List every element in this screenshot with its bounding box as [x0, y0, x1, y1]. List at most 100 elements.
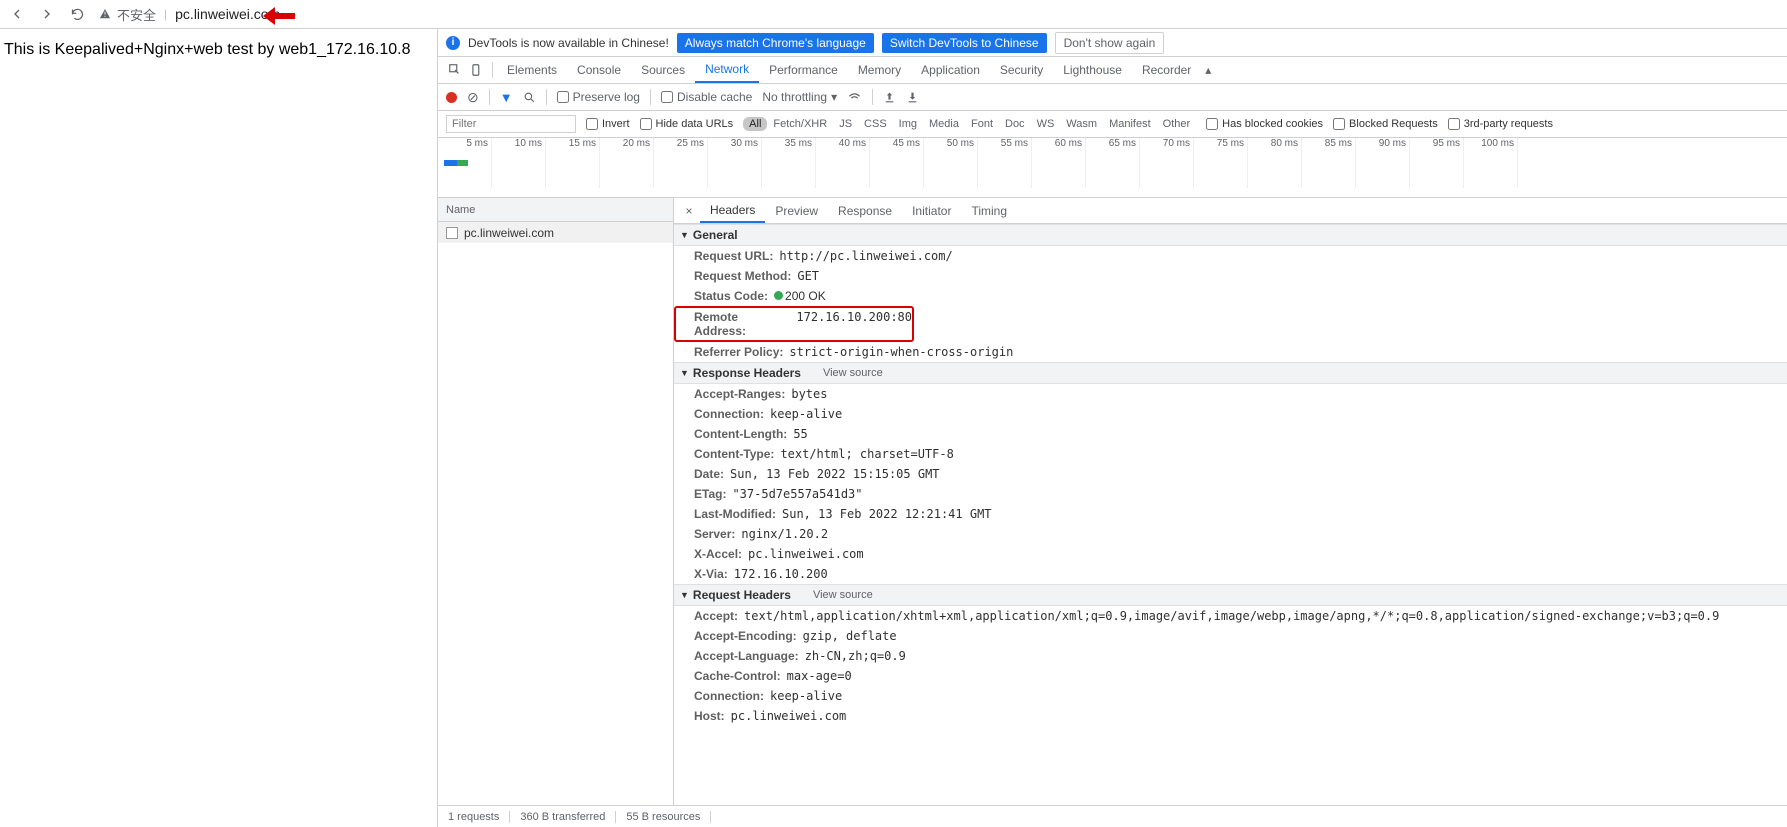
detail-tab-headers[interactable]: Headers	[700, 198, 765, 223]
filter-type-js[interactable]: JS	[833, 117, 858, 131]
divider	[872, 89, 873, 105]
detail-tab-timing[interactable]: Timing	[961, 198, 1017, 223]
preserve-log-checkbox[interactable]: Preserve log	[557, 90, 640, 104]
view-source-link[interactable]: View source	[823, 367, 883, 379]
hide-data-urls-checkbox[interactable]: Hide data URLs	[640, 118, 734, 130]
timeline-tick: 95 ms	[1410, 138, 1464, 188]
forward-button[interactable]	[38, 5, 56, 23]
tab-sources[interactable]: Sources	[631, 57, 695, 83]
address-bar[interactable]: 不安全 | pc.linweiwei.com	[98, 5, 1779, 24]
divider	[546, 89, 547, 105]
header-row: Cache-Control:max-age=0	[674, 666, 1787, 686]
tab-elements[interactable]: Elements	[497, 57, 567, 83]
filter-input[interactable]	[446, 115, 576, 133]
request-detail: × HeadersPreviewResponseInitiatorTiming …	[674, 198, 1787, 805]
throttling-select[interactable]: No throttling ▾	[762, 90, 837, 104]
page-body-text: This is Keepalived+Nginx+web test by web…	[4, 41, 433, 59]
timeline-tick: 55 ms	[978, 138, 1032, 188]
tab-memory[interactable]: Memory	[848, 57, 911, 83]
general-section-header[interactable]: ▼ General	[674, 224, 1787, 246]
detail-body: ▼General Request URL:http://pc.linweiwei…	[674, 224, 1787, 805]
insecure-label: 不安全	[117, 5, 156, 24]
invert-checkbox[interactable]: Invert	[586, 118, 630, 130]
timeline-tick: 20 ms	[600, 138, 654, 188]
always-match-button[interactable]: Always match Chrome's language	[677, 33, 874, 53]
preserve-log-label: Preserve log	[573, 90, 640, 104]
tab-performance[interactable]: Performance	[759, 57, 848, 83]
detail-tab-initiator[interactable]: Initiator	[902, 198, 961, 223]
filter-type-fetch-xhr[interactable]: Fetch/XHR	[767, 117, 833, 131]
reload-button[interactable]	[68, 5, 86, 23]
tab-application[interactable]: Application	[911, 57, 990, 83]
upload-icon[interactable]	[883, 91, 896, 104]
tab-network[interactable]: Network	[695, 57, 759, 83]
network-split: Name pc.linweiwei.com × HeadersPreviewRe…	[438, 198, 1787, 805]
timeline-tick: 70 ms	[1140, 138, 1194, 188]
third-party-checkbox[interactable]: 3rd-party requests	[1448, 118, 1553, 130]
timeline-tick: 90 ms	[1356, 138, 1410, 188]
device-toggle-icon[interactable]	[466, 57, 488, 83]
response-headers-section[interactable]: ▼Response HeadersView source	[674, 362, 1787, 384]
filter-type-font[interactable]: Font	[965, 117, 999, 131]
filter-type-manifest[interactable]: Manifest	[1103, 117, 1157, 131]
tab-security[interactable]: Security	[990, 57, 1053, 83]
inspect-icon[interactable]	[444, 57, 466, 83]
request-row[interactable]: pc.linweiwei.com	[438, 222, 673, 243]
disable-cache-checkbox[interactable]: Disable cache	[661, 90, 752, 104]
filter-type-doc[interactable]: Doc	[999, 117, 1031, 131]
requests-count: 1 requests	[438, 811, 510, 823]
triangle-down-icon: ▼	[680, 230, 689, 240]
request-list-header[interactable]: Name	[438, 198, 673, 222]
timeline-tick: 30 ms	[708, 138, 762, 188]
triangle-down-icon: ▼	[680, 590, 689, 600]
search-icon[interactable]	[523, 91, 536, 104]
wifi-icon[interactable]	[847, 90, 862, 105]
view-source-link[interactable]: View source	[813, 589, 873, 601]
timeline-tick: 45 ms	[870, 138, 924, 188]
timeline-tick: 35 ms	[762, 138, 816, 188]
filter-type-media[interactable]: Media	[923, 117, 965, 131]
filter-bar: Invert Hide data URLs AllFetch/XHRJSCSSI…	[438, 111, 1787, 138]
detail-tab-response[interactable]: Response	[828, 198, 902, 223]
transferred-size: 360 B transferred	[510, 811, 616, 823]
divider	[650, 89, 651, 105]
general-title: General	[693, 228, 738, 242]
tab-recorder[interactable]: Recorder	[1132, 57, 1201, 83]
page-content: This is Keepalived+Nginx+web test by web…	[0, 29, 437, 71]
timeline-tick: 65 ms	[1086, 138, 1140, 188]
network-toolbar: ⊘ ▼ Preserve log Disable cache No thrott…	[438, 84, 1787, 111]
header-row: Connection:keep-alive	[674, 404, 1787, 424]
switch-language-button[interactable]: Switch DevTools to Chinese	[882, 33, 1047, 53]
filter-type-img[interactable]: Img	[893, 117, 923, 131]
request-name: pc.linweiwei.com	[464, 226, 554, 240]
filter-type-css[interactable]: CSS	[858, 117, 893, 131]
file-icon	[446, 227, 458, 239]
record-button[interactable]	[446, 92, 457, 103]
blocked-requests-checkbox[interactable]: Blocked Requests	[1333, 118, 1438, 130]
header-row: X-Accel:pc.linweiwei.com	[674, 544, 1787, 564]
filter-type-ws[interactable]: WS	[1031, 117, 1061, 131]
back-button[interactable]	[8, 5, 26, 23]
clear-button[interactable]: ⊘	[467, 89, 479, 106]
infobar-text: DevTools is now available in Chinese!	[468, 36, 669, 50]
download-icon[interactable]	[906, 91, 919, 104]
network-timeline[interactable]: 5 ms10 ms15 ms20 ms25 ms30 ms35 ms40 ms4…	[438, 138, 1787, 198]
filter-type-all[interactable]: All	[743, 117, 767, 131]
filter-type-wasm[interactable]: Wasm	[1060, 117, 1103, 131]
referrer-policy-row: Referrer Policy:strict-origin-when-cross…	[674, 342, 1787, 362]
tab-lighthouse[interactable]: Lighthouse	[1053, 57, 1132, 83]
header-row: Content-Length:55	[674, 424, 1787, 444]
timeline-tick: 25 ms	[654, 138, 708, 188]
dont-show-button[interactable]: Don't show again	[1055, 32, 1165, 54]
tab-console[interactable]: Console	[567, 57, 631, 83]
detail-tab-preview[interactable]: Preview	[765, 198, 828, 223]
blocked-cookies-label: Has blocked cookies	[1222, 118, 1323, 130]
header-row: Server:nginx/1.20.2	[674, 524, 1787, 544]
header-row: Connection:keep-alive	[674, 686, 1787, 706]
filter-type-other[interactable]: Other	[1157, 117, 1197, 131]
divider	[492, 62, 493, 78]
filter-toggle-icon[interactable]: ▼	[500, 90, 513, 105]
request-headers-section[interactable]: ▼Request HeadersView source	[674, 584, 1787, 606]
blocked-cookies-checkbox[interactable]: Has blocked cookies	[1206, 118, 1323, 130]
close-detail-button[interactable]: ×	[678, 198, 700, 223]
